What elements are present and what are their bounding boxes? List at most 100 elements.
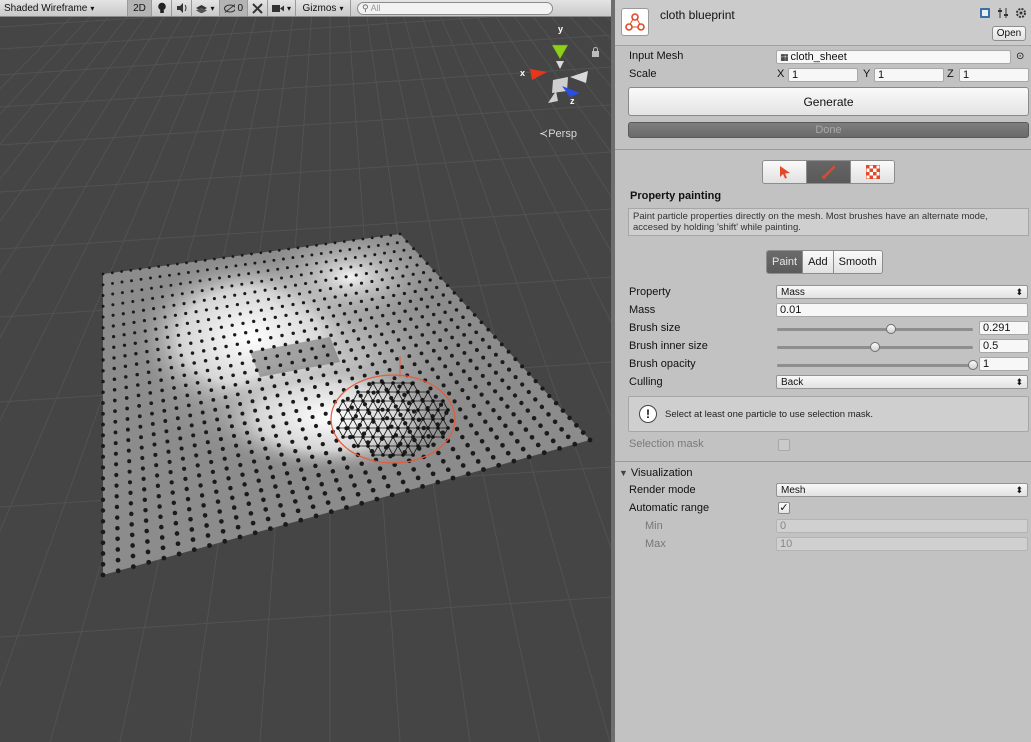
max-label: Max <box>645 538 666 550</box>
gizmos-dropdown[interactable]: Gizmos <box>296 0 351 16</box>
wrench-icon <box>252 3 263 14</box>
input-mesh-field[interactable]: ▦ cloth_sheet <box>776 50 1011 64</box>
scene-viewport[interactable]: y x z ≺Persp <box>0 17 611 742</box>
separator <box>615 461 1031 462</box>
camera-dropdown[interactable] <box>268 0 296 16</box>
property-label: Property <box>629 286 671 298</box>
lighting-toggle[interactable] <box>152 0 172 16</box>
axis-x-label: x <box>520 68 525 78</box>
brush-size-label: Brush size <box>629 322 680 334</box>
selection-info-text: Select at least one particle to use sele… <box>665 409 873 420</box>
cursor-arrow-icon <box>779 165 791 179</box>
effects-dropdown[interactable] <box>192 0 220 16</box>
gear-icon[interactable] <box>1015 7 1027 19</box>
preset-sliders-icon[interactable] <box>997 7 1009 19</box>
chevron-left-icon: ≺ <box>539 128 548 140</box>
scale-x-label: X <box>777 68 784 80</box>
brush-inner-size-label: Brush inner size <box>629 340 708 352</box>
automatic-range-checkbox[interactable]: ✓ <box>778 502 790 514</box>
generate-button[interactable]: Generate <box>628 87 1029 116</box>
brush-opacity-slider[interactable] <box>777 364 973 367</box>
render-mode-dropdown[interactable]: Mesh <box>776 483 1028 497</box>
camera-icon <box>272 4 284 13</box>
2d-toggle[interactable]: 2D <box>128 0 152 16</box>
scene-render[interactable] <box>0 17 611 742</box>
hidden-objects-toggle[interactable]: 0 <box>220 0 248 16</box>
blueprint-icon <box>621 8 649 36</box>
help-book-icon[interactable] <box>979 7 991 19</box>
brush-mode-group: PaintAddSmooth <box>766 250 883 274</box>
mesh-grid-icon: ▦ <box>780 52 789 63</box>
input-mesh-label: Input Mesh <box>629 50 683 62</box>
brush-size-slider-thumb[interactable] <box>886 324 896 334</box>
separator <box>615 149 1031 150</box>
mode-add-button[interactable]: Add <box>803 251 834 273</box>
shading-mode-dropdown[interactable]: Shaded Wireframe <box>0 0 128 16</box>
axis-z-label: z <box>570 96 575 106</box>
inspector-header: cloth blueprint Open <box>615 0 1031 46</box>
object-picker-icon[interactable]: ⊙ <box>1016 51 1024 62</box>
brush-size-slider[interactable] <box>777 328 973 331</box>
render-mode-label: Render mode <box>629 484 696 496</box>
scene-toolbar: Shaded Wireframe 2D 0 Gizmos ⚲ All <box>0 0 611 17</box>
selection-mask-label: Selection mask <box>629 438 704 450</box>
search-placeholder: All <box>371 3 381 13</box>
speaker-icon <box>176 3 187 13</box>
brush-opacity-field[interactable]: 1 <box>979 357 1029 371</box>
audio-toggle[interactable] <box>172 0 192 16</box>
input-mesh-value: cloth_sheet <box>791 51 847 63</box>
property-dropdown[interactable]: Mass <box>776 285 1028 299</box>
projection-label: Persp <box>548 128 577 140</box>
lock-icon[interactable] <box>591 47 600 57</box>
paint-tool-button[interactable] <box>807 161 851 183</box>
brush-icon <box>821 164 837 180</box>
selection-mask-checkbox[interactable] <box>778 439 790 451</box>
orientation-gizmo[interactable] <box>530 45 588 103</box>
brush-opacity-label: Brush opacity <box>629 358 696 370</box>
checker-texture-icon <box>866 165 880 179</box>
texture-tool-button[interactable] <box>851 161 894 183</box>
inspector-panel: cloth blueprint Open Input Mesh ▦ cloth_… <box>615 0 1031 742</box>
selection-info-box: ! Select at least one particle to use se… <box>628 396 1029 432</box>
section-title: Property painting <box>630 190 721 202</box>
lightbulb-icon <box>157 2 167 14</box>
gizmos-label: Gizmos <box>303 3 337 14</box>
select-tool-button[interactable] <box>763 161 807 183</box>
open-button[interactable]: Open <box>992 26 1026 41</box>
brush-inner-size-slider-thumb[interactable] <box>870 342 880 352</box>
projection-toggle[interactable]: ≺Persp <box>539 127 577 140</box>
brush-opacity-slider-thumb[interactable] <box>968 360 978 370</box>
culling-dropdown[interactable]: Back <box>776 375 1028 389</box>
axis-y-label: y <box>558 24 563 34</box>
brush-inner-size-field[interactable]: 0.5 <box>979 339 1029 353</box>
scene-search-input[interactable]: ⚲ All <box>357 2 553 15</box>
search-icon: ⚲ <box>362 3 369 14</box>
shading-mode-label: Shaded Wireframe <box>4 3 87 14</box>
brush-size-field[interactable]: 0.291 <box>979 321 1029 335</box>
scale-z-field[interactable]: 1 <box>959 68 1029 82</box>
layers-icon <box>196 3 207 13</box>
min-field[interactable]: 0 <box>776 519 1028 533</box>
automatic-range-label: Automatic range <box>629 502 709 514</box>
mass-field[interactable]: 0.01 <box>776 303 1028 317</box>
scale-z-label: Z <box>947 68 954 80</box>
scale-label: Scale <box>629 68 657 80</box>
scale-x-field[interactable]: 1 <box>788 68 858 82</box>
cloth-mesh[interactable] <box>101 227 593 577</box>
mode-paint-button[interactable]: Paint <box>767 251 803 273</box>
info-exclamation-icon: ! <box>639 405 657 423</box>
help-box: Paint particle properties directly on th… <box>628 208 1029 236</box>
culling-label: Culling <box>629 376 663 388</box>
max-field[interactable]: 10 <box>776 537 1028 551</box>
mode-smooth-button[interactable]: Smooth <box>834 251 882 273</box>
tools-toggle[interactable] <box>248 0 268 16</box>
asset-title: cloth blueprint <box>660 8 735 22</box>
visualization-foldout[interactable]: ▼ Visualization <box>615 465 1031 481</box>
brush-inner-size-slider[interactable] <box>777 346 973 349</box>
paint-tool-group <box>762 160 895 184</box>
eye-slash-icon <box>224 4 235 13</box>
scale-y-field[interactable]: 1 <box>874 68 944 82</box>
scale-y-label: Y <box>863 68 870 80</box>
hidden-count: 0 <box>237 3 243 14</box>
mass-label: Mass <box>629 304 655 316</box>
